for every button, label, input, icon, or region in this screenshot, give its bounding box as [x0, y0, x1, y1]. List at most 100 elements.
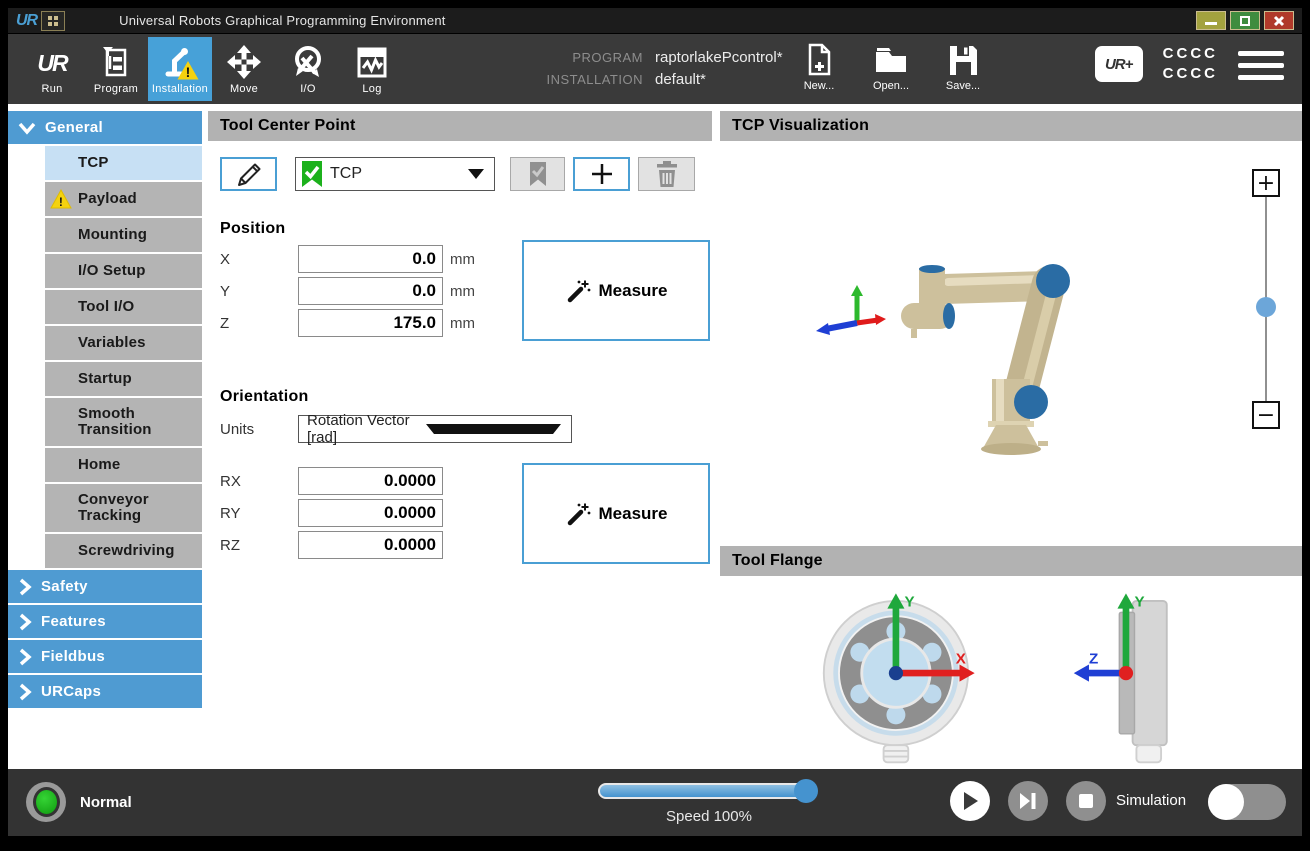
rz-input[interactable] — [298, 531, 443, 559]
content-area: General TCP ! Payload Mounting I/O Setup… — [8, 104, 1302, 769]
close-icon — [1273, 15, 1285, 27]
item-label: I/O Setup — [78, 263, 146, 280]
sidebar-item-startup[interactable]: Startup — [45, 362, 202, 396]
io-icon — [289, 42, 327, 82]
save-button[interactable]: Save... — [934, 42, 992, 92]
chevron-right-icon — [18, 683, 32, 701]
tab-label: Run — [41, 83, 62, 95]
window-controls — [1196, 11, 1298, 30]
save-disk-icon — [945, 42, 981, 78]
axis-z-label: Z — [1089, 651, 1098, 668]
sidebar-item-tcp[interactable]: TCP — [45, 146, 202, 180]
installation-icon: ! — [161, 42, 199, 82]
robot-arm-graphic — [720, 141, 1294, 544]
minimize-icon — [1204, 16, 1218, 26]
tab-move[interactable]: Move — [212, 37, 276, 101]
rz-label: RZ — [220, 537, 298, 554]
program-name: raptorlakePcontrol* — [655, 49, 783, 66]
set-default-tcp-button[interactable] — [510, 157, 565, 191]
window-menu-button[interactable] — [41, 11, 65, 31]
minimize-button[interactable] — [1196, 11, 1226, 30]
close-button[interactable] — [1264, 11, 1294, 30]
speed-slider-handle[interactable] — [794, 779, 818, 803]
step-forward-icon — [1018, 792, 1038, 810]
sidebar: General TCP ! Payload Mounting I/O Setup… — [8, 111, 202, 769]
sidebar-item-mounting[interactable]: Mounting — [45, 218, 202, 252]
zoom-slider-handle[interactable] — [1256, 297, 1276, 317]
plus-icon — [588, 160, 616, 188]
installation-label: INSTALLATION — [463, 72, 643, 87]
open-button[interactable]: Open... — [862, 42, 920, 92]
sidebar-section-features[interactable]: Features — [8, 605, 202, 638]
tab-log[interactable]: Log — [340, 37, 404, 101]
item-label: Startup — [78, 371, 132, 388]
installation-name: default* — [655, 71, 783, 88]
section-label: General — [45, 119, 103, 136]
zoom-out-button[interactable]: − — [1252, 401, 1280, 429]
open-label: Open... — [873, 80, 909, 92]
chevron-down-icon — [426, 424, 561, 434]
bookmark-check-icon — [524, 160, 552, 188]
toolbar-right: UR+ CCCC CCCC — [1095, 44, 1284, 84]
speed-slider[interactable] — [598, 783, 816, 799]
step-button[interactable] — [1008, 781, 1048, 821]
tab-run[interactable]: UR Run — [20, 37, 84, 101]
units-dropdown[interactable]: Rotation Vector [rad] — [298, 415, 572, 443]
measure-position-button[interactable]: Measure — [522, 240, 710, 341]
visualization-panel: TCP Visualization — [720, 111, 1302, 769]
app-window: UR Universal Robots Graphical Programmin… — [8, 8, 1302, 836]
play-button[interactable] — [950, 781, 990, 821]
sidebar-section-fieldbus[interactable]: Fieldbus — [8, 640, 202, 673]
sidebar-item-payload[interactable]: ! Payload — [45, 182, 202, 216]
sidebar-item-tool-io[interactable]: Tool I/O — [45, 290, 202, 324]
section-label: Safety — [41, 578, 88, 595]
y-label: Y — [220, 283, 298, 300]
save-label: Save... — [946, 80, 980, 92]
rename-tcp-button[interactable] — [220, 157, 277, 191]
chevron-right-icon — [18, 648, 32, 666]
orientation-heading: Orientation — [220, 388, 712, 406]
tab-installation[interactable]: ! Installation — [148, 37, 212, 101]
sidebar-item-home[interactable]: Home — [45, 448, 202, 482]
new-button[interactable]: New... — [790, 42, 848, 92]
sidebar-item-io-setup[interactable]: I/O Setup — [45, 254, 202, 288]
sidebar-section-safety[interactable]: Safety — [8, 570, 202, 603]
hamburger-menu-icon[interactable] — [1238, 49, 1284, 80]
delete-tcp-button[interactable] — [638, 157, 695, 191]
sidebar-section-general[interactable]: General — [8, 111, 202, 144]
ur-logo-icon: UR — [12, 12, 41, 30]
sidebar-section-urcaps[interactable]: URCaps — [8, 675, 202, 708]
stop-button[interactable] — [1066, 781, 1106, 821]
add-tcp-button[interactable] — [573, 157, 630, 191]
toggle-knob — [1208, 784, 1244, 820]
simulation-toggle[interactable] — [1208, 784, 1286, 820]
tab-program[interactable]: Program — [84, 37, 148, 101]
sidebar-item-conveyor-tracking[interactable]: Conveyor Tracking — [45, 484, 202, 532]
sidebar-item-variables[interactable]: Variables — [45, 326, 202, 360]
tab-label: Log — [362, 83, 381, 95]
file-operations: New... Open... Save... — [790, 42, 992, 92]
x-position-input[interactable] — [298, 245, 443, 273]
robot-3d-view[interactable]: + − — [720, 141, 1302, 544]
wand-icon — [565, 501, 591, 527]
urplus-badge[interactable]: UR+ — [1095, 46, 1143, 82]
flange-front-view: Y X — [798, 582, 1028, 768]
z-position-input[interactable] — [298, 309, 443, 337]
measure-label: Measure — [599, 504, 668, 524]
robot-status[interactable]: Normal — [26, 782, 132, 822]
ry-input[interactable] — [298, 499, 443, 527]
chevron-down-icon — [18, 121, 36, 135]
new-label: New... — [804, 80, 835, 92]
y-position-input[interactable] — [298, 277, 443, 305]
main-toolbar: UR Run Program — [8, 34, 1302, 104]
maximize-button[interactable] — [1230, 11, 1260, 30]
rx-input[interactable] — [298, 467, 443, 495]
position-heading: Position — [220, 220, 712, 238]
measure-orientation-button[interactable]: Measure — [522, 463, 710, 564]
sidebar-item-screwdriving[interactable]: Screwdriving — [45, 534, 202, 568]
trash-icon — [653, 158, 681, 190]
tab-io[interactable]: I/O — [276, 37, 340, 101]
sidebar-item-smooth-transition[interactable]: Smooth Transition — [45, 398, 202, 446]
tcp-select-dropdown[interactable]: TCP — [295, 157, 495, 191]
zoom-in-button[interactable]: + — [1252, 169, 1280, 197]
